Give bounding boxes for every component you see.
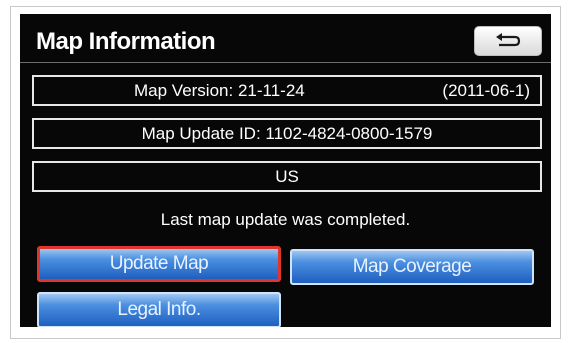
update-map-button[interactable]: Update Map (37, 246, 281, 282)
map-update-id-row: Map Update ID: 1102-4824-0800-1579 (32, 118, 542, 149)
map-coverage-button[interactable]: Map Coverage (290, 249, 534, 285)
region-value: US (275, 166, 299, 186)
update-map-label: Update Map (109, 253, 209, 274)
map-version-label: Map Version: 21-11-24 (134, 80, 305, 100)
update-status-message: Last map update was completed. (160, 210, 411, 229)
map-coverage-label: Map Coverage (352, 256, 472, 277)
legal-info-button[interactable]: Legal Info. (37, 292, 281, 327)
region-row: US (32, 161, 542, 192)
map-version-row: Map Version: 21-11-24 (2011-06-1) (32, 75, 542, 106)
page-title: Map Information (36, 28, 216, 55)
back-button[interactable] (474, 26, 542, 56)
title-divider (20, 62, 551, 63)
return-arrow-icon (496, 33, 521, 47)
legal-info-label: Legal Info. (117, 299, 201, 320)
map-information-screen: Map Information Map Version: 21-11-24 (2… (20, 14, 551, 327)
map-update-id: Map Update ID: 1102-4824-0800-1579 (141, 123, 433, 143)
map-version-date: (2011-06-1) (442, 80, 530, 100)
